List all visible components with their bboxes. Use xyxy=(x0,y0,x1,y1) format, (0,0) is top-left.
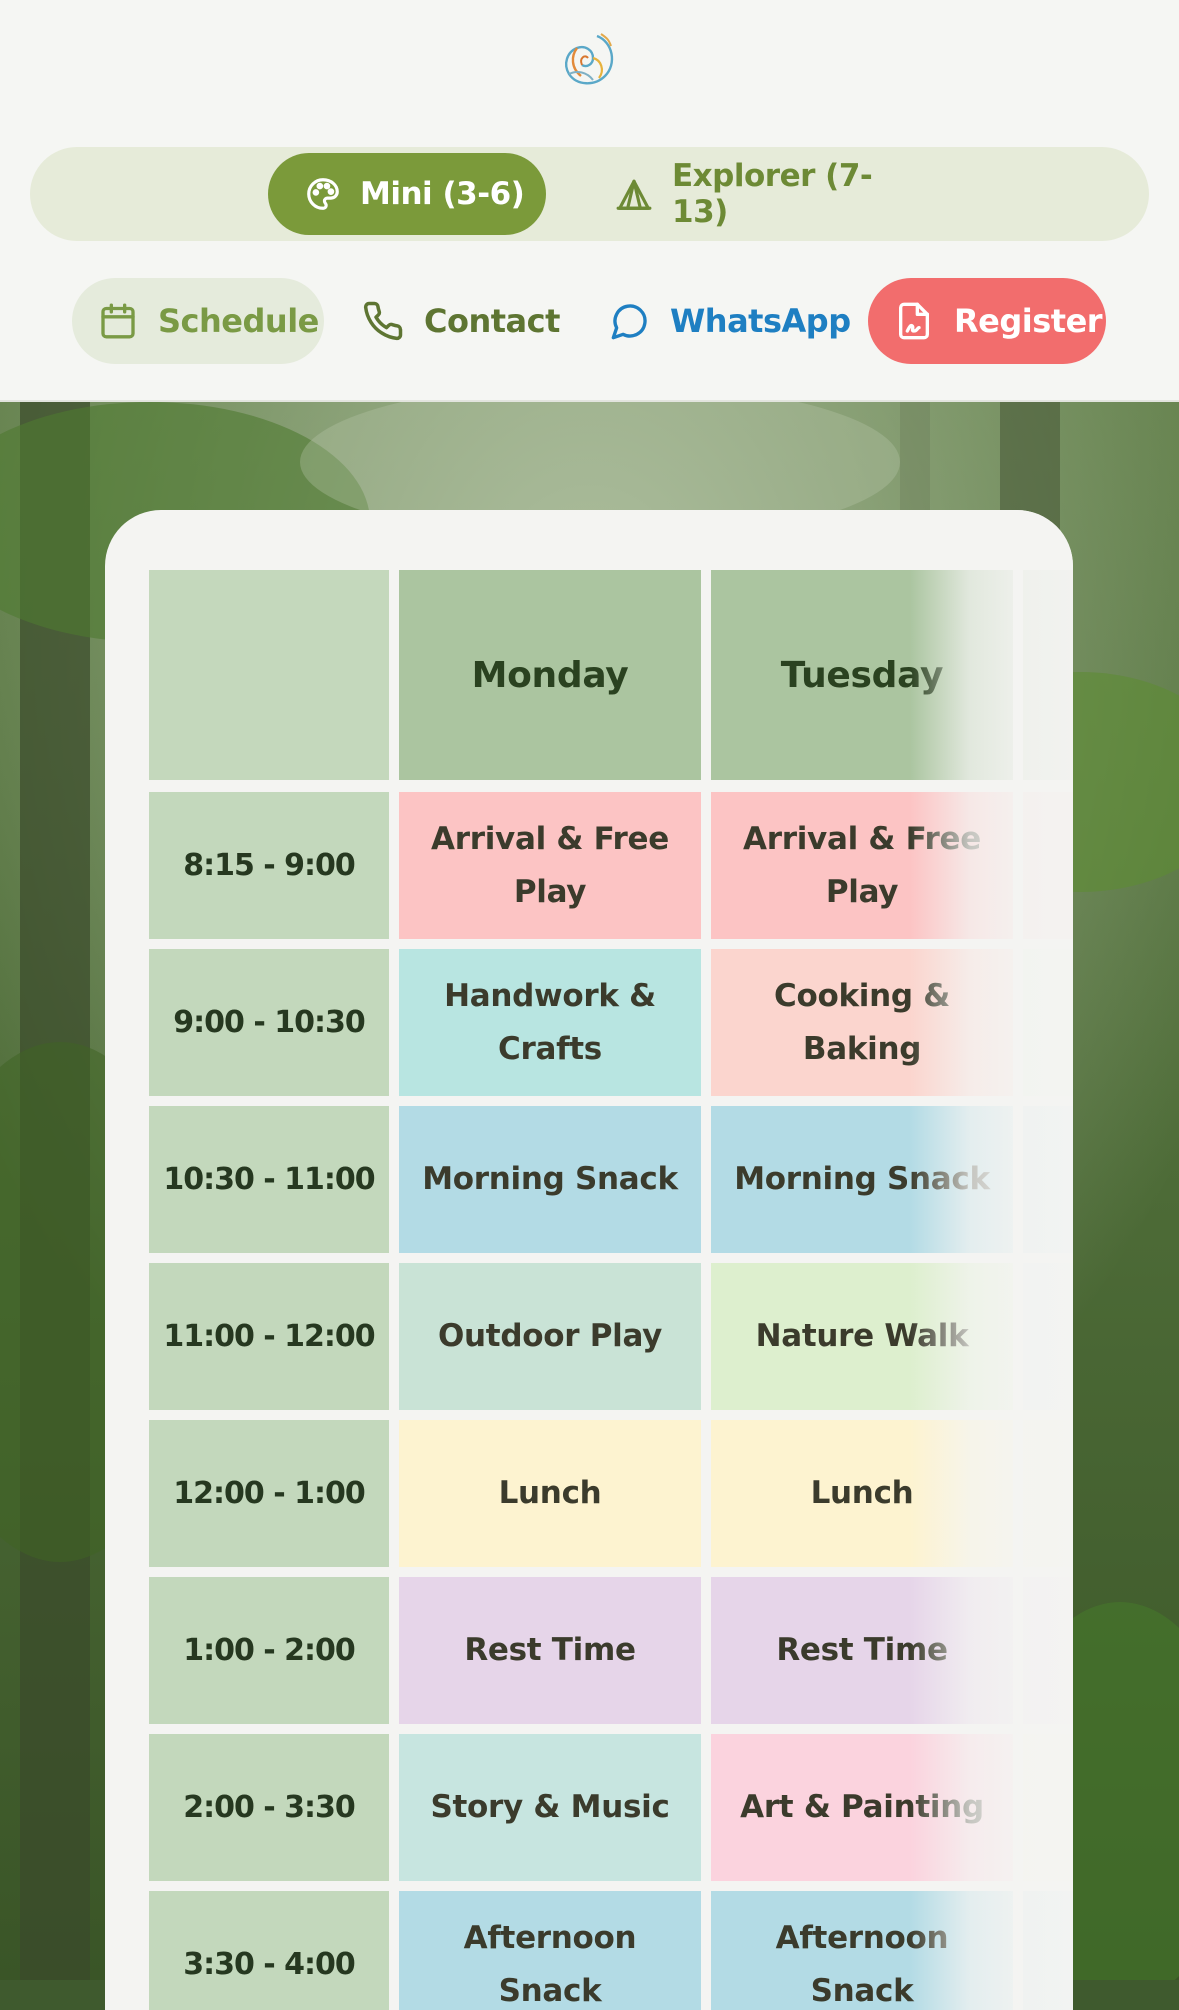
nautilus-logo-icon[interactable] xyxy=(557,30,619,94)
activity-cell: Arrival & Free Play xyxy=(711,792,1013,939)
activity-cell xyxy=(1023,1420,1073,1567)
nav-schedule-label: Schedule xyxy=(158,302,319,340)
time-slot-cell: 12:00 - 1:00 xyxy=(149,1420,389,1567)
nav-schedule-button[interactable]: Schedule xyxy=(72,278,324,364)
day-header: Tuesday xyxy=(711,570,1013,780)
activity-cell xyxy=(1023,1734,1073,1881)
chat-bubble-icon xyxy=(611,304,647,340)
day-header xyxy=(1023,570,1073,780)
activity-cell xyxy=(1023,1577,1073,1724)
activity-cell: Rest Time xyxy=(399,1577,701,1724)
activity-cell: A xyxy=(1023,1891,1073,2010)
activity-cell: Story & Music xyxy=(399,1734,701,1881)
day-header: Monday xyxy=(399,570,701,780)
activity-cell: Rest Time xyxy=(711,1577,1013,1724)
time-slot-cell: 9:00 - 10:30 xyxy=(149,949,389,1096)
activity-cell: Lunch xyxy=(399,1420,701,1567)
register-label: Register xyxy=(954,302,1103,340)
age-group-switcher: Mini (3-6) Explorer (7-13) xyxy=(30,147,1149,241)
age-tab-mini[interactable]: Mini (3-6) xyxy=(268,153,546,235)
time-slot-cell: 2:00 - 3:30 xyxy=(149,1734,389,1881)
activity-cell: A xyxy=(1023,792,1073,939)
time-slot-cell: 10:30 - 11:00 xyxy=(149,1106,389,1253)
nav-contact-label: Contact xyxy=(424,302,560,340)
activity-cell: Nature Walk xyxy=(711,1263,1013,1410)
activity-cell: M xyxy=(1023,1106,1073,1253)
activity-cell: Arrival & Free Play xyxy=(399,792,701,939)
age-tab-explorer-label: Explorer (7-13) xyxy=(672,158,873,230)
activity-cell xyxy=(1023,949,1073,1096)
activity-cell xyxy=(1023,1263,1073,1410)
activity-cell: Art & Painting xyxy=(711,1734,1013,1881)
file-signature-icon xyxy=(899,302,929,340)
nav-whatsapp-label: WhatsApp xyxy=(670,302,851,340)
activity-cell: Afternoon Snack xyxy=(399,1891,701,2010)
calendar-icon xyxy=(101,303,135,339)
nav-whatsapp-button[interactable]: WhatsApp xyxy=(584,278,854,364)
time-slot-cell: 11:00 - 12:00 xyxy=(149,1263,389,1410)
palette-icon xyxy=(307,178,339,210)
activity-cell: Outdoor Play xyxy=(399,1263,701,1410)
schedule-corner-cell xyxy=(149,570,389,780)
activity-cell: Afternoon Snack xyxy=(711,1891,1013,2010)
main-nav: Schedule Contact WhatsApp Register xyxy=(0,278,1179,364)
activity-cell: Cooking & Baking xyxy=(711,949,1013,1096)
age-tab-explorer[interactable]: Explorer (7-13) xyxy=(578,153,908,235)
tent-icon xyxy=(616,179,652,210)
time-slot-cell: 1:00 - 2:00 xyxy=(149,1577,389,1724)
activity-cell: Handwork & Crafts xyxy=(399,949,701,1096)
phone-icon xyxy=(363,301,403,341)
site-header: Mini (3-6) Explorer (7-13) Schedule Cont… xyxy=(0,0,1179,402)
activity-cell: Morning Snack xyxy=(399,1106,701,1253)
time-slot-cell: 8:15 - 9:00 xyxy=(149,792,389,939)
register-button[interactable]: Register xyxy=(868,278,1106,364)
activity-cell: Morning Snack xyxy=(711,1106,1013,1253)
activity-cell: Lunch xyxy=(711,1420,1013,1567)
age-tab-mini-label: Mini (3-6) xyxy=(360,176,525,212)
nav-contact-button[interactable]: Contact xyxy=(336,278,572,364)
schedule-card: Monday Tuesday 8:15 - 9:00 Arrival & Free P… xyxy=(105,510,1073,2010)
time-slot-cell: 3:30 - 4:00 xyxy=(149,1891,389,2010)
